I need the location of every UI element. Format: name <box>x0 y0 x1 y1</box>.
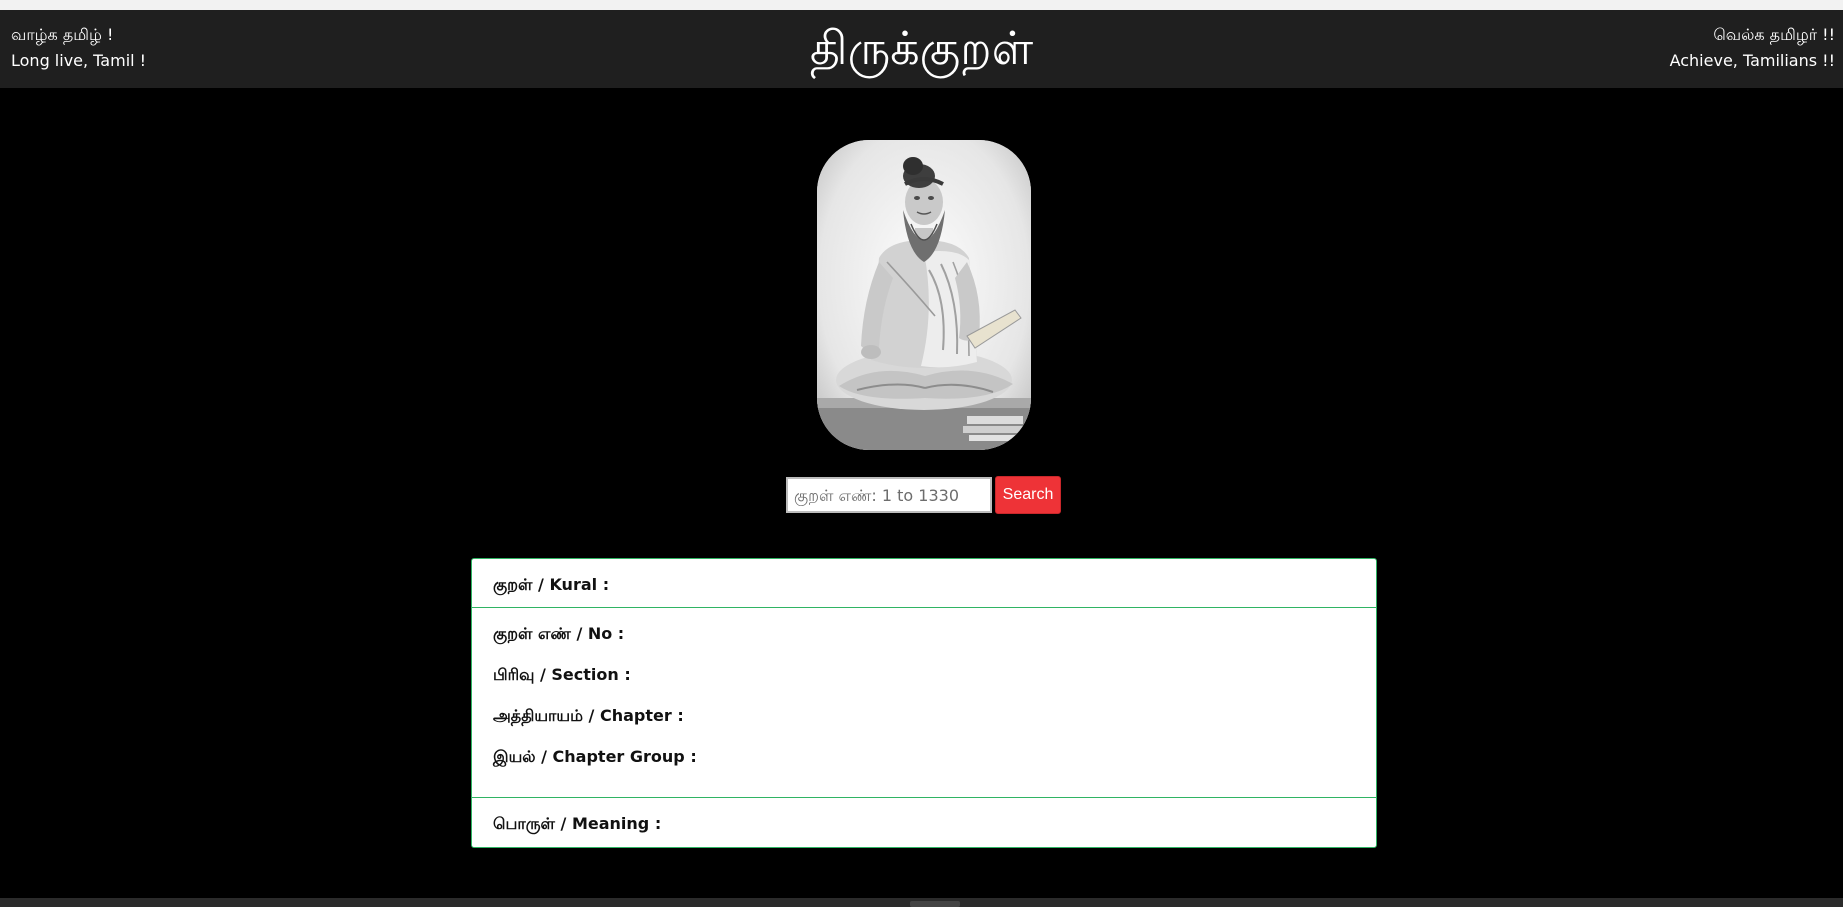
thiruvalluvar-portrait <box>817 140 1031 450</box>
card-footer: பொருள் / Meaning : <box>472 798 1376 834</box>
browser-top-strip <box>0 0 1843 10</box>
page-title: திருக்குறள் <box>809 21 1034 75</box>
header-right-greeting: வெல்க தமிழர் !! Achieve, Tamilians !! <box>1670 22 1835 74</box>
card-header: குறள் / Kural : <box>472 559 1376 608</box>
search-button[interactable]: Search <box>995 476 1061 514</box>
site-header: வாழ்க தமிழ் ! Long live, Tamil ! திருக்க… <box>0 10 1843 88</box>
slogan-english: Achieve, Tamilians !! <box>1669 51 1835 70</box>
portrait-illustration <box>817 140 1031 450</box>
chapter-group-label: இயல் / Chapter Group : <box>493 747 697 766</box>
meaning-label: பொருள் / Meaning : <box>493 814 662 833</box>
kural-number-input[interactable] <box>786 477 992 513</box>
chapter-label: அத்தியாயம் / Chapter : <box>493 706 684 725</box>
kural-label: குறள் / Kural : <box>493 575 610 594</box>
kural-details-card: குறள் / Kural : குறள் எண் / No : பிரிவு … <box>471 558 1377 848</box>
scroll-handle[interactable] <box>910 901 960 907</box>
card-body: குறள் எண் / No : பிரிவு / Section : அத்த… <box>472 608 1376 798</box>
section-label: பிரிவு / Section : <box>493 665 631 684</box>
slogan-tamil: வெல்க தமிழர் !! <box>1713 25 1835 44</box>
kural-number-label: குறள் எண் / No : <box>493 624 625 643</box>
